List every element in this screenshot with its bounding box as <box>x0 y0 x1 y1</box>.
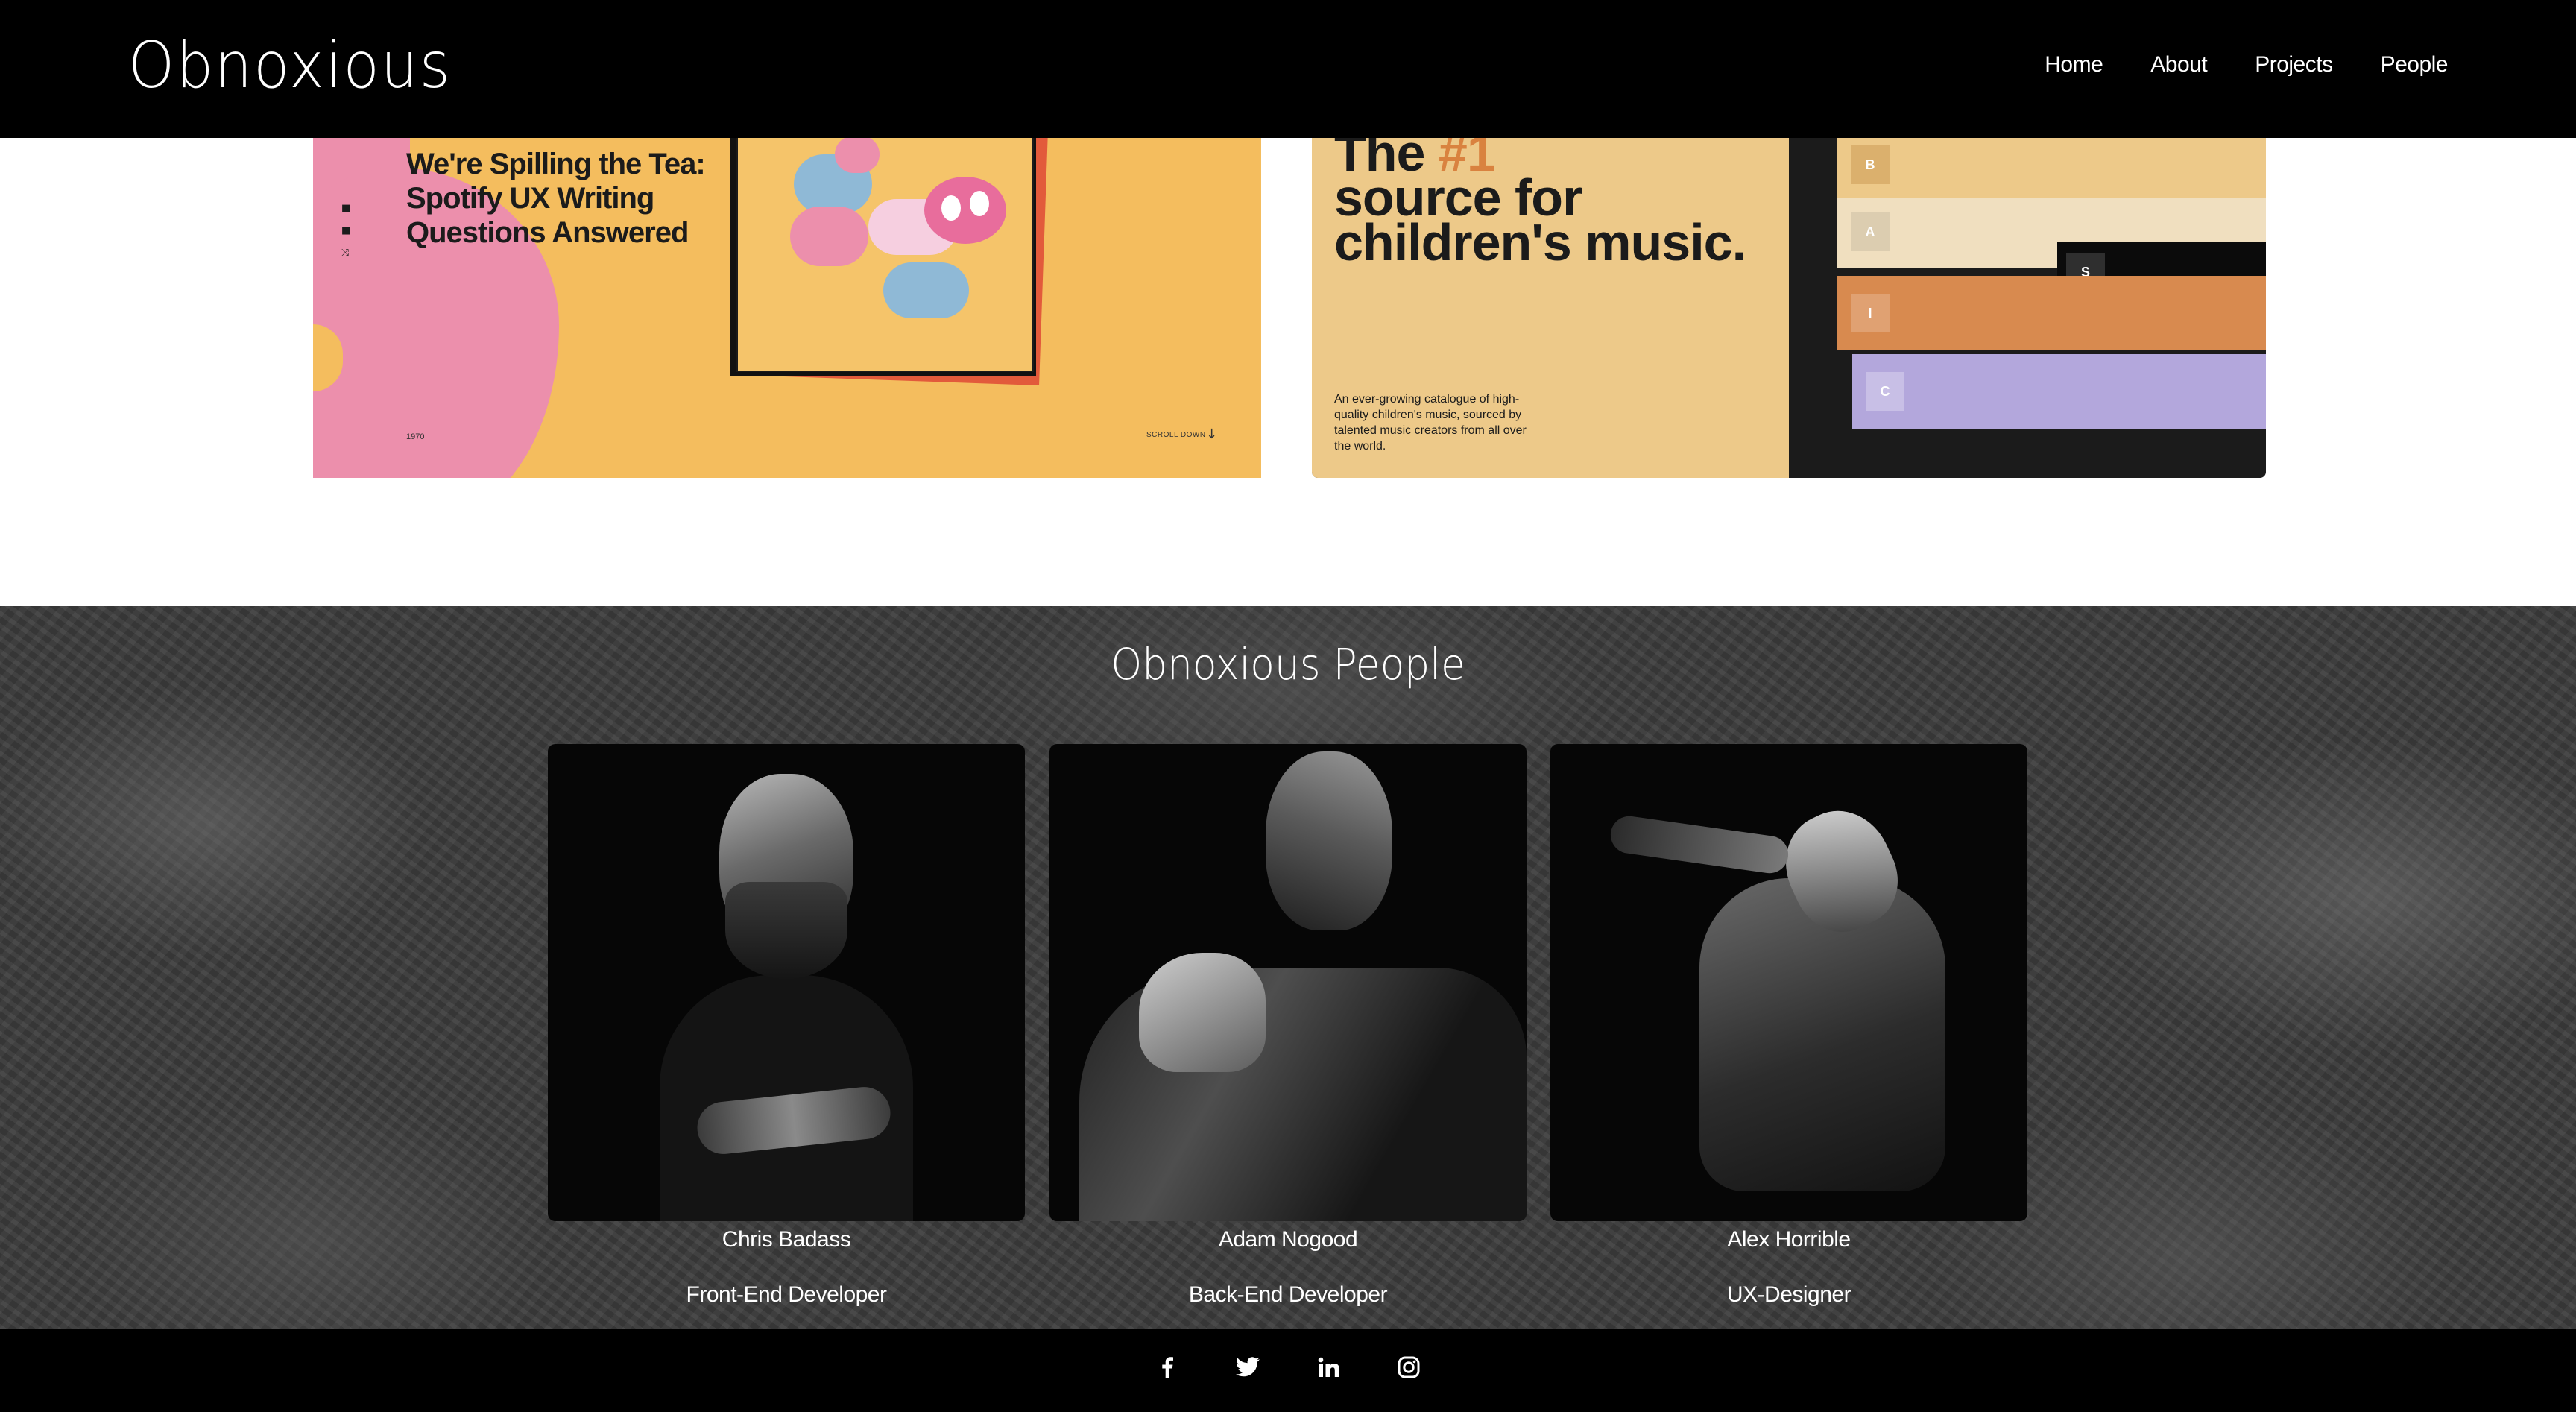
site-logo[interactable]: Obnoxious <box>128 28 452 103</box>
music-headline: The #1 source for children's music. <box>1334 138 1746 271</box>
nav-projects[interactable]: Projects <box>2255 52 2333 78</box>
person-photo <box>1049 744 1527 1221</box>
person-photo <box>548 744 1025 1221</box>
person-name: Chris Badass <box>722 1227 851 1252</box>
linkedin-icon[interactable] <box>1315 1354 1342 1381</box>
main-nav: Home About Projects People <box>2045 52 2448 78</box>
people-section: Obnoxious People Chris Badass Front-End … <box>0 606 2576 1329</box>
book-illustration <box>736 138 1034 372</box>
facebook-icon[interactable] <box>1154 1354 1181 1381</box>
project-card-spotify[interactable]: ■ ■ ⤨ We're Spilling the Tea: Spotify UX W… <box>313 138 1261 478</box>
project-year: 1970 <box>406 432 425 441</box>
social-links <box>0 1354 2576 1381</box>
people-title: Obnoxious People <box>1111 639 1465 690</box>
nav-about[interactable]: About <box>2150 52 2207 78</box>
site-footer <box>0 1329 2576 1412</box>
person-name: Alex Horrible <box>1727 1227 1851 1252</box>
person-role: UX-Designer <box>1726 1282 1852 1307</box>
person-card[interactable]: Chris Badass Front-End Developer <box>548 744 1025 1308</box>
person-card[interactable]: Adam Nogood Back-End Developer <box>1049 744 1527 1308</box>
instagram-icon[interactable] <box>1395 1354 1422 1381</box>
person-role: Back-End Developer <box>1188 1282 1388 1307</box>
music-description: An ever-growing catalogue of high-qualit… <box>1334 393 1527 453</box>
bar-i: I <box>1837 276 2266 350</box>
project-title: We're Spilling the Tea: Spotify UX Writi… <box>406 148 706 249</box>
nav-home[interactable]: Home <box>2045 52 2103 78</box>
person-role: Front-End Developer <box>686 1282 887 1307</box>
nav-people[interactable]: People <box>2381 52 2449 78</box>
person-name: Adam Nogood <box>1218 1227 1358 1252</box>
speech-face-icon <box>924 177 1006 244</box>
project-card-music[interactable]: The #1 source for children's music. An ev… <box>1312 138 2266 478</box>
twitter-icon[interactable] <box>1234 1354 1261 1381</box>
bar-b: B <box>1837 138 2266 198</box>
site-header: Obnoxious Home About Projects People <box>0 0 2576 138</box>
arrow-down-icon: ↓ <box>1206 426 1218 442</box>
music-card-left: The #1 source for children's music. An ev… <box>1312 138 1789 478</box>
person-card[interactable]: Alex Horrible UX-Designer <box>1550 744 2027 1308</box>
bar-c: C <box>1852 354 2266 429</box>
scroll-down-label: SCROLL DOWN <box>1146 431 1206 439</box>
person-photo <box>1550 744 2027 1221</box>
side-controls-icon: ■ ■ ⤨ <box>341 203 351 259</box>
